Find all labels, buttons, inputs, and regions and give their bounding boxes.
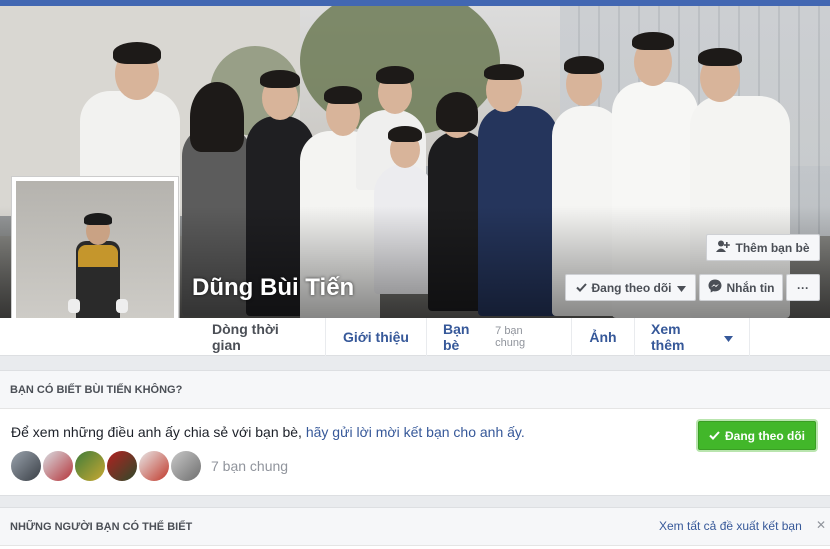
tab-friends-mutual-count: 7 bạn chung — [495, 325, 526, 349]
mutual-friend-avatar[interactable] — [107, 451, 137, 481]
profile-nav: Dòng thời gian Giới thiệu Bạn bè 7 bạn c… — [0, 318, 830, 356]
tab-photos-label: Ảnh — [589, 329, 617, 345]
following-button-label: Đang theo dõi — [725, 428, 805, 443]
tab-more-label: Xem thêm — [651, 321, 685, 353]
send-friend-request-link[interactable]: hãy gửi lời mời kết bạn cho anh ấy. — [306, 424, 525, 440]
add-friend-label: Thêm bạn bè — [735, 240, 810, 255]
do-you-know-heading: BẠN CÓ BIẾT BÙI TIẾN KHÔNG? — [0, 371, 830, 409]
message-label: Nhắn tin — [726, 280, 775, 295]
more-icon: ··· — [797, 280, 809, 295]
add-friend-button[interactable]: Thêm bạn bè — [706, 234, 820, 261]
mutual-friend-avatar[interactable] — [11, 451, 41, 481]
close-icon[interactable]: ✕ — [816, 518, 826, 532]
following-button[interactable]: Đang theo dõi — [698, 421, 816, 450]
mutual-friend-avatar[interactable] — [171, 451, 201, 481]
tab-friends-label: Bạn bè — [443, 321, 470, 353]
check-icon — [575, 281, 587, 295]
caret-down-icon — [676, 281, 686, 295]
tab-timeline[interactable]: Dòng thời gian — [196, 318, 326, 356]
tab-more[interactable]: Xem thêm — [635, 318, 750, 356]
more-options-button[interactable]: ··· — [786, 274, 820, 301]
following-dropdown-button[interactable]: Đang theo dõi — [565, 274, 696, 301]
do-you-know-prefix: Để xem những điều anh ấy chia sẻ với bạn… — [11, 424, 302, 440]
message-button[interactable]: Nhắn tin — [699, 274, 783, 301]
people-you-may-know-card: NHỮNG NGƯỜI BẠN CÓ THỂ BIẾT Xem tất cả đ… — [0, 507, 830, 549]
profile-name[interactable]: Dũng Bùi Tiến — [192, 274, 354, 302]
tab-friends[interactable]: Bạn bè 7 bạn chung — [427, 318, 572, 356]
mutual-friend-avatar[interactable] — [43, 451, 73, 481]
tab-photos[interactable]: Ảnh — [572, 318, 635, 356]
mutual-friend-avatar[interactable] — [139, 451, 169, 481]
do-you-know-text: Để xem những điều anh ấy chia sẻ với bạn… — [11, 424, 525, 440]
following-label: Đang theo dõi — [591, 280, 672, 295]
mutual-friend-avatar[interactable] — [75, 451, 105, 481]
messenger-icon — [708, 279, 722, 296]
tab-about-label: Giới thiệu — [343, 329, 409, 345]
mutual-friends-row[interactable]: 7 bạn chung — [11, 451, 288, 481]
add-friend-icon — [716, 240, 731, 255]
mutual-friends-count[interactable]: 7 bạn chung — [211, 458, 288, 474]
see-all-suggestions-link[interactable]: Xem tất cả đề xuất kết bạn — [659, 519, 802, 533]
tab-about[interactable]: Giới thiệu — [326, 318, 427, 356]
tab-timeline-label: Dòng thời gian — [212, 321, 279, 353]
caret-down-icon — [724, 329, 733, 345]
check-icon — [709, 429, 720, 443]
